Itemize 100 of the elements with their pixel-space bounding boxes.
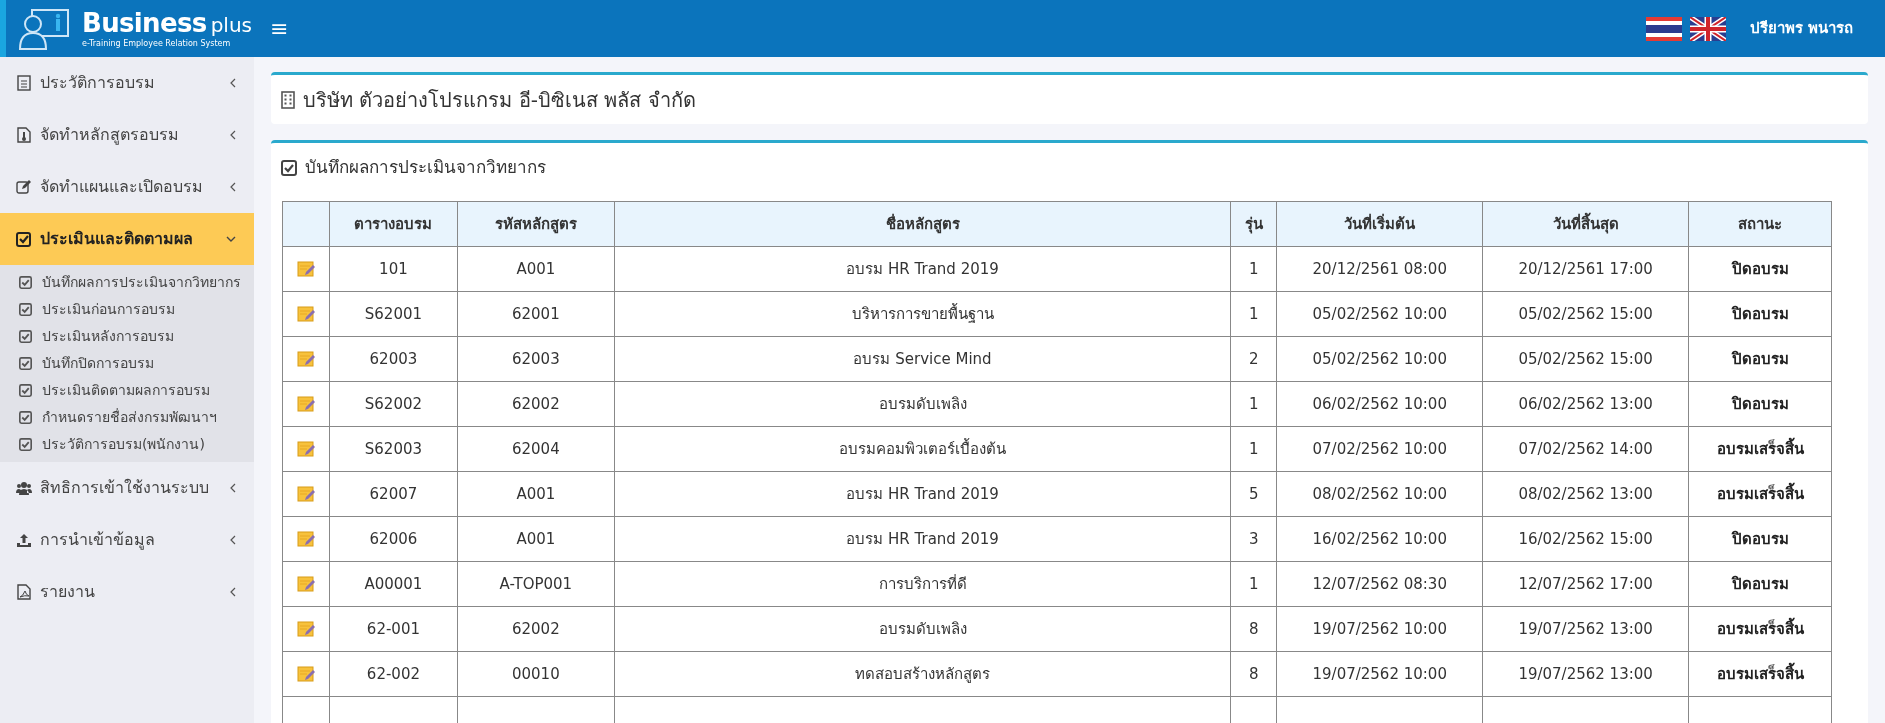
checkbox-icon: [19, 411, 32, 424]
edit-note-icon[interactable]: [297, 530, 315, 548]
table-cell: S62002: [329, 381, 458, 427]
table-cell: อบรม HR Trand 2019: [614, 471, 1231, 517]
edit-note-icon[interactable]: [297, 440, 315, 458]
column-header: สถานะ: [1688, 201, 1832, 247]
table-cell: 1: [1230, 561, 1277, 607]
table-cell: 2: [1230, 336, 1277, 382]
table-cell: อบรมเสร็จสิ้น: [1688, 426, 1832, 472]
checkbox-icon: [19, 303, 32, 316]
table-cell: ปิดอบรม: [1688, 381, 1832, 427]
submenu-item[interactable]: บันทึกผลการประเมินจากวิทยากร: [0, 269, 254, 296]
submenu-item[interactable]: บันทึกปิดการอบรม: [0, 350, 254, 377]
edit-note-icon[interactable]: [297, 395, 315, 413]
uk-flag-icon[interactable]: [1689, 16, 1726, 41]
trainer-icon: [18, 6, 70, 51]
table-cell: บริหารการขายพื้นฐาน: [614, 291, 1231, 337]
table-cell: 06/02/2562 10:00: [1276, 381, 1483, 427]
table-cell: 62003: [329, 336, 458, 382]
table-cell: 1: [1230, 426, 1277, 472]
thai-flag-icon[interactable]: [1645, 16, 1682, 41]
chevron-down-icon: [226, 236, 236, 242]
chevron-left-icon: [230, 483, 236, 493]
table-cell: 08/02/2562 10:00: [1276, 471, 1483, 517]
table-cell: อบรมดับเพลิง: [614, 606, 1231, 652]
table-cell: 101: [329, 246, 458, 292]
edit-note-icon[interactable]: [297, 305, 315, 323]
sidebar-item[interactable]: จัดทำแผนและเปิดอบรม: [0, 161, 254, 213]
checkbox-icon: [281, 160, 297, 176]
table-cell: 8: [1230, 651, 1277, 697]
edit-icon: [16, 179, 32, 195]
edit-note-icon[interactable]: [297, 575, 315, 593]
submenu-item[interactable]: ประวัติการอบรม(พนักงาน): [0, 431, 254, 458]
edit-note-icon[interactable]: [297, 485, 315, 503]
table-cell: 00010: [457, 651, 615, 697]
submenu-item[interactable]: กำหนดรายชื่อส่งกรมพัฒนาฯ: [0, 404, 254, 431]
table-cell: A00001: [329, 561, 458, 607]
chevron-left-icon: [230, 535, 236, 545]
table-cell: 62-002: [329, 651, 458, 697]
table-cell: 20/12/2561 17:00: [1482, 246, 1689, 292]
user-name[interactable]: ปรียาพร พนารถ: [1749, 17, 1853, 40]
table-cell: อบรม HR Trand 2019: [614, 516, 1231, 562]
logo-suffix: plus: [210, 14, 252, 35]
table-cell: 05/02/2562 10:00: [1276, 291, 1483, 337]
table-cell: ปิดอบรม: [1688, 246, 1832, 292]
file-icon: [16, 127, 32, 143]
table-cell: 1: [1230, 381, 1277, 427]
sidebar-item[interactable]: ประเมินและติดตามผล: [0, 213, 254, 265]
table-cell: 3: [1230, 516, 1277, 562]
table-cell: A001: [457, 516, 615, 562]
edit-note-icon[interactable]: [297, 350, 315, 368]
table-cell: A-TOP001: [457, 561, 615, 607]
table-cell: S62003: [329, 426, 458, 472]
sidebar-item[interactable]: ประวัติการอบรม: [0, 57, 254, 109]
submenu-item[interactable]: ประเมินติดตามผลการอบรม: [0, 377, 254, 404]
menu-toggle[interactable]: ≡: [270, 12, 289, 45]
chevron-left-icon: [230, 130, 236, 140]
table-cell: 1: [1230, 291, 1277, 337]
table-cell: ปิดอบรม: [1688, 516, 1832, 562]
table-cell: อบรม HR Trand 2019: [614, 246, 1231, 292]
table-cell: 16/02/2562 10:00: [1276, 516, 1483, 562]
table-cell: 62002: [457, 381, 615, 427]
chevron-left-icon: [230, 182, 236, 192]
edit-note-icon[interactable]: [297, 620, 315, 638]
table-cell: อบรมเสร็จสิ้น: [1688, 471, 1832, 517]
edit-note-icon[interactable]: [297, 665, 315, 683]
table-cell: 19/07/2562 10:00: [1276, 606, 1483, 652]
checkbox-icon: [16, 231, 32, 247]
table-cell: 08/02/2562 13:00: [1482, 471, 1689, 517]
sidebar-item[interactable]: สิทธิการเข้าใช้งานระบบ: [0, 462, 254, 514]
table-cell: อบรมดับเพลิง: [614, 381, 1231, 427]
pdf-file-icon: [16, 584, 32, 600]
table-cell: 19/07/2562 13:00: [1482, 606, 1689, 652]
table-cell: 62001: [457, 291, 615, 337]
edit-note-icon[interactable]: [297, 260, 315, 278]
table-cell: ทดสอบสร้างหลักสูตร: [614, 651, 1231, 697]
checkbox-icon: [19, 438, 32, 451]
table-cell: ปิดอบรม: [1688, 291, 1832, 337]
users-icon: [16, 480, 32, 496]
table-cell: 12/07/2562 17:00: [1482, 561, 1689, 607]
building-icon: [281, 90, 295, 109]
sidebar-item[interactable]: การนำเข้าข้อมูล: [0, 514, 254, 566]
column-header: ชื่อหลักสูตร: [614, 201, 1231, 247]
table-cell: S62001: [329, 291, 458, 337]
company-title: บริษัท ตัวอย่างโปรแกรม อี-บิซิเนส พลัส จำกัด: [303, 86, 696, 114]
submenu-item[interactable]: ประเมินหลังการอบรม: [0, 323, 254, 350]
upload-icon: [16, 532, 32, 548]
table-cell: 62006: [329, 516, 458, 562]
sidebar-item[interactable]: จัดทำหลักสูตรอบรม: [0, 109, 254, 161]
document-icon: [16, 75, 32, 91]
sidebar-item[interactable]: รายงาน: [0, 566, 254, 618]
table-cell: 19/07/2562 13:00: [1482, 651, 1689, 697]
column-header: ตารางอบรม: [329, 201, 458, 247]
table-cell: 8: [1230, 606, 1277, 652]
table-cell: 05/02/2562 10:00: [1276, 336, 1483, 382]
table-cell: A001: [457, 246, 615, 292]
chevron-left-icon: [230, 78, 236, 88]
submenu-item[interactable]: ประเมินก่อนการอบรม: [0, 296, 254, 323]
table-cell: อบรมเสร็จสิ้น: [1688, 651, 1832, 697]
table-cell: ปิดอบรม: [1688, 336, 1832, 382]
